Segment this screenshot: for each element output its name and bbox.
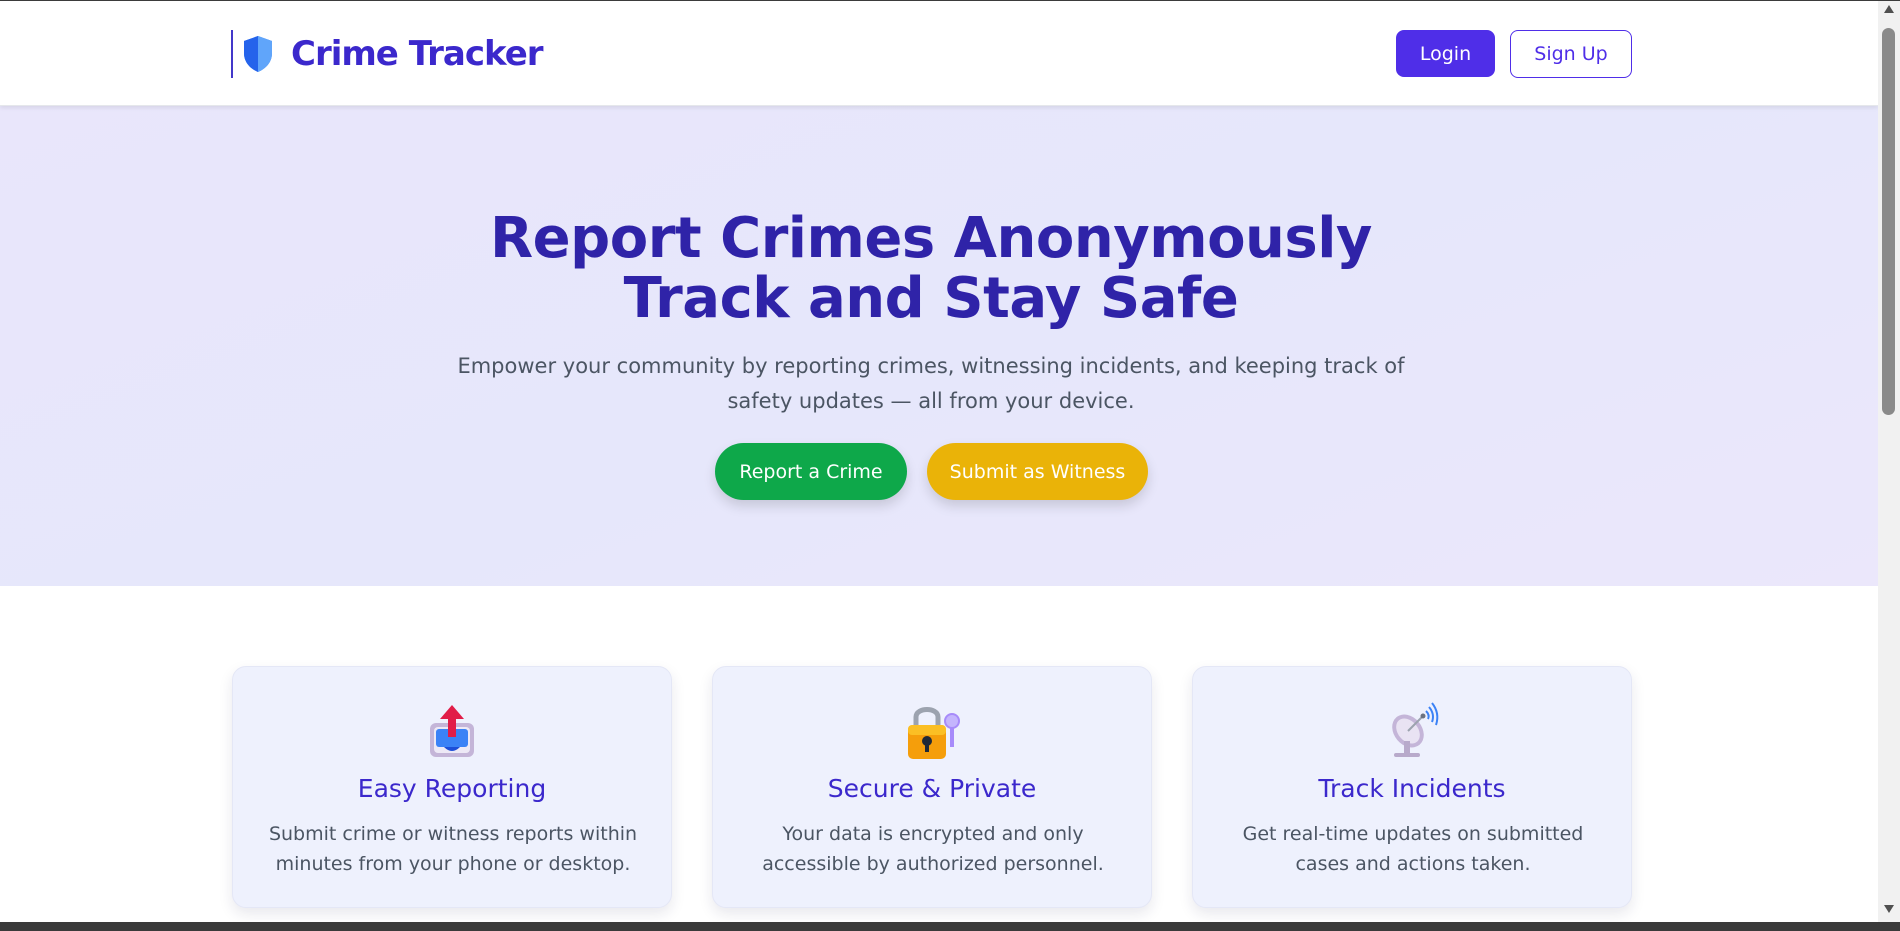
scroll-down-arrow-icon[interactable] <box>1884 905 1894 913</box>
hero-title-line-2: Track and Stay Safe <box>623 266 1239 331</box>
report-crime-button[interactable]: Report a Crime <box>715 443 907 500</box>
brand-name: Crime Tracker <box>291 34 544 74</box>
feature-title: Secure & Private <box>827 774 1037 803</box>
feature-card-track-incidents: Track Incidents Get real-time updates on… <box>1192 666 1632 908</box>
hero-section: Report Crimes Anonymously Track and Stay… <box>0 106 1878 586</box>
feature-card-easy-reporting: Easy Reporting Submit crime or witness r… <box>232 666 672 908</box>
feature-title: Track Incidents <box>1318 774 1506 803</box>
taskbar-edge <box>0 922 1900 931</box>
feature-title: Easy Reporting <box>357 774 547 803</box>
page-viewport: Crime Tracker Login Sign Up Report Crime… <box>0 1 1878 922</box>
scrollbar-thumb[interactable] <box>1882 28 1895 415</box>
scroll-up-arrow-icon[interactable] <box>1884 5 1894 13</box>
login-button[interactable]: Login <box>1396 30 1495 77</box>
vertical-scrollbar[interactable] <box>1878 1 1900 922</box>
feature-description: Submit crime or witness reports within m… <box>268 823 638 875</box>
site-header: Crime Tracker Login Sign Up <box>0 1 1878 106</box>
feature-card-secure-private: Secure & Private Your data is encrypted … <box>712 666 1152 908</box>
outbox-tray-icon <box>430 705 474 757</box>
lock-with-key-icon <box>908 707 960 759</box>
submit-witness-button[interactable]: Submit as Witness <box>927 443 1148 500</box>
shield-icon <box>244 36 272 72</box>
hero-subtitle: Empower your community by reporting crim… <box>457 354 1405 413</box>
satellite-antenna-icon <box>1392 702 1439 757</box>
feature-description: Get real-time updates on submitted cases… <box>1242 823 1584 875</box>
hero-title: Report Crimes Anonymously Track and Stay… <box>0 209 1862 329</box>
feature-description: Your data is encrypted and only accessib… <box>762 823 1104 875</box>
brand[interactable]: Crime Tracker <box>231 30 544 78</box>
signup-button[interactable]: Sign Up <box>1510 30 1632 78</box>
brand-divider <box>231 30 233 78</box>
hero-title-line-1: Report Crimes Anonymously <box>490 206 1372 271</box>
